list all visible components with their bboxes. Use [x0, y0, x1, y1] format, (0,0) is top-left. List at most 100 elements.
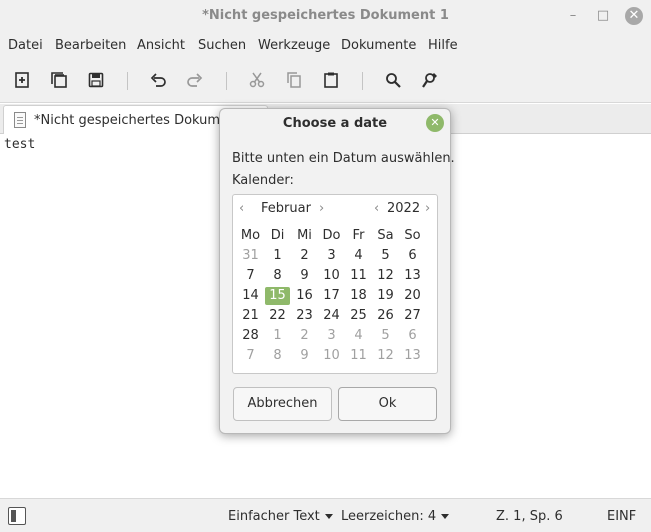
calendar-day[interactable]: 10: [318, 266, 345, 286]
calendar-day[interactable]: 8: [264, 266, 291, 286]
menu-suchen[interactable]: Suchen: [198, 38, 246, 53]
calendar-day-other-month[interactable]: 4: [345, 326, 372, 346]
calendar-day-other-month[interactable]: 13: [399, 346, 426, 366]
calendar-label: Kalender:: [232, 173, 294, 188]
calendar-day[interactable]: 6: [399, 246, 426, 266]
menu-ansicht[interactable]: Ansicht: [137, 38, 185, 53]
insert-mode: EINF: [607, 509, 637, 524]
cursor-position: Z. 1, Sp. 6: [496, 509, 563, 524]
calendar-grid: Mo Di Mi Do Fr Sa So 31 1 2 3 4 5 6 7 8 9 10 11 12 13 14 15 16 1…: [237, 226, 426, 366]
chevron-down-icon: [324, 514, 333, 519]
paste-icon[interactable]: [319, 69, 343, 91]
maximize-icon[interactable]: □: [594, 7, 612, 25]
calendar-day-other-month[interactable]: 6: [399, 326, 426, 346]
calendar-year: 2022: [387, 201, 421, 216]
calendar-day[interactable]: 7: [237, 266, 264, 286]
editor-content[interactable]: test: [4, 137, 35, 152]
cancel-button[interactable]: Abbrechen: [233, 387, 332, 421]
calendar-day[interactable]: 11: [345, 266, 372, 286]
calendar-day-other-month[interactable]: 9: [291, 346, 318, 366]
calendar: ‹ Februar › ‹ 2022 › Mo Di Mi Do Fr Sa So 31 1 2 3…: [232, 194, 438, 374]
new-document-icon[interactable]: [10, 69, 34, 91]
weekday-header: Do: [322, 228, 341, 243]
calendar-day[interactable]: 14: [237, 286, 264, 306]
calendar-day[interactable]: 21: [237, 306, 264, 326]
weekday-header: So: [404, 228, 421, 243]
calendar-day[interactable]: 22: [264, 306, 291, 326]
prev-year-icon[interactable]: ‹: [374, 201, 379, 216]
calendar-day[interactable]: 27: [399, 306, 426, 326]
chevron-down-icon: [441, 514, 450, 519]
calendar-day[interactable]: 26: [372, 306, 399, 326]
menu-bar: Datei Bearbeiten Ansicht Suchen Werkzeug…: [0, 32, 651, 59]
calendar-day-other-month[interactable]: 5: [372, 326, 399, 346]
save-icon[interactable]: [84, 69, 108, 91]
calendar-day[interactable]: 2: [291, 246, 318, 266]
weekday-header: Mo: [240, 228, 261, 243]
calendar-day[interactable]: 23: [291, 306, 318, 326]
indent-label: Leerzeichen: 4: [341, 509, 437, 524]
calendar-day-other-month[interactable]: 12: [372, 346, 399, 366]
calendar-day-other-month[interactable]: 3: [318, 326, 345, 346]
calendar-day-other-month[interactable]: 2: [291, 326, 318, 346]
calendar-day[interactable]: 5: [372, 246, 399, 266]
weekday-header: Fr: [352, 228, 365, 243]
weekday-header: Mi: [297, 228, 312, 243]
calendar-day[interactable]: 20: [399, 286, 426, 306]
calendar-month: Februar: [261, 201, 311, 216]
calendar-day[interactable]: 16: [291, 286, 318, 306]
calendar-day[interactable]: 3: [318, 246, 345, 266]
undo-icon[interactable]: [146, 69, 170, 91]
toolbar-separator: [127, 72, 128, 90]
window-titlebar: *Nicht gespeichertes Dokument 1 – □ ✕: [0, 0, 651, 32]
prev-month-icon[interactable]: ‹: [239, 201, 244, 216]
calendar-day[interactable]: 28: [237, 326, 264, 346]
weekday-header: Di: [270, 228, 285, 243]
calendar-day[interactable]: 17: [318, 286, 345, 306]
calendar-day[interactable]: 18: [345, 286, 372, 306]
minimize-icon[interactable]: –: [564, 7, 582, 25]
menu-werkzeuge[interactable]: Werkzeuge: [258, 38, 330, 53]
toolbar-separator: [362, 72, 363, 90]
calendar-day-other-month[interactable]: 1: [264, 326, 291, 346]
calendar-day-other-month[interactable]: 10: [318, 346, 345, 366]
calendar-day[interactable]: 12: [372, 266, 399, 286]
next-year-icon[interactable]: ›: [425, 201, 430, 216]
copy-icon[interactable]: [282, 69, 306, 91]
calendar-day-other-month[interactable]: 8: [264, 346, 291, 366]
calendar-day[interactable]: 13: [399, 266, 426, 286]
close-icon[interactable]: ✕: [625, 7, 643, 25]
calendar-day[interactable]: 1: [264, 246, 291, 266]
calendar-day[interactable]: 19: [372, 286, 399, 306]
menu-hilfe[interactable]: Hilfe: [428, 38, 458, 53]
calendar-day[interactable]: 4: [345, 246, 372, 266]
close-icon[interactable]: ✕: [426, 114, 444, 132]
search-icon[interactable]: [381, 69, 405, 91]
indent-selector[interactable]: Leerzeichen: 4: [341, 509, 450, 524]
calendar-day[interactable]: 9: [291, 266, 318, 286]
calendar-day[interactable]: 15: [265, 287, 290, 305]
menu-datei[interactable]: Datei: [8, 38, 43, 53]
menu-bearbeiten[interactable]: Bearbeiten: [55, 38, 126, 53]
dialog-title: Choose a date: [282, 116, 388, 131]
toolbar: [0, 59, 651, 103]
menu-dokumente[interactable]: Dokumente: [341, 38, 416, 53]
calendar-day-other-month[interactable]: 31: [237, 246, 264, 266]
ok-button[interactable]: Ok: [338, 387, 437, 421]
tab-label: *Nicht gespeichertes Dokumen: [34, 113, 237, 128]
open-document-icon[interactable]: [47, 69, 71, 91]
next-month-icon[interactable]: ›: [319, 201, 324, 216]
calendar-day[interactable]: 24: [318, 306, 345, 326]
calendar-day-other-month[interactable]: 7: [237, 346, 264, 366]
status-bar: Einfacher Text Leerzeichen: 4 Z. 1, Sp. …: [0, 498, 651, 532]
date-dialog: Choose a date ✕ Bitte unten ein Datum au…: [219, 108, 455, 434]
language-selector[interactable]: Einfacher Text: [228, 509, 333, 524]
replace-icon[interactable]: [418, 69, 442, 91]
calendar-day-other-month[interactable]: 11: [345, 346, 372, 366]
dialog-header: Choose a date ✕: [220, 109, 450, 137]
redo-icon[interactable]: [183, 69, 207, 91]
sidebar-toggle-icon[interactable]: [8, 507, 26, 525]
cut-icon[interactable]: [245, 69, 269, 91]
calendar-day[interactable]: 25: [345, 306, 372, 326]
text-document-icon: [14, 112, 26, 128]
